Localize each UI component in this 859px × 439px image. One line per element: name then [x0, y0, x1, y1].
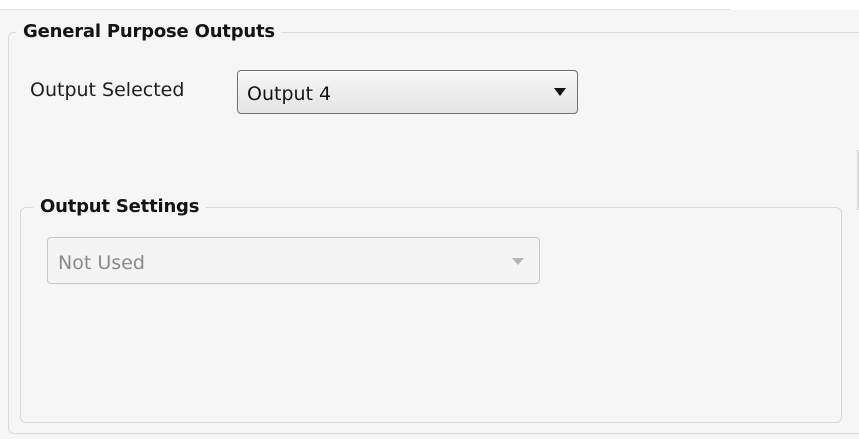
dropdown-arrow-icon [554, 88, 566, 96]
output-selected-label: Output Selected [30, 79, 185, 101]
top-divider [0, 9, 730, 10]
output-mode-value: Not Used [58, 252, 145, 274]
output-settings-title: Output Settings [33, 194, 207, 220]
general-purpose-outputs-title: General Purpose Outputs [16, 19, 281, 45]
output-selected-dropdown[interactable]: Output 4 [237, 70, 578, 114]
dropdown-arrow-icon [512, 258, 524, 265]
output-mode-dropdown: Not Used [47, 237, 540, 284]
output-selected-value: Output 4 [247, 83, 332, 105]
